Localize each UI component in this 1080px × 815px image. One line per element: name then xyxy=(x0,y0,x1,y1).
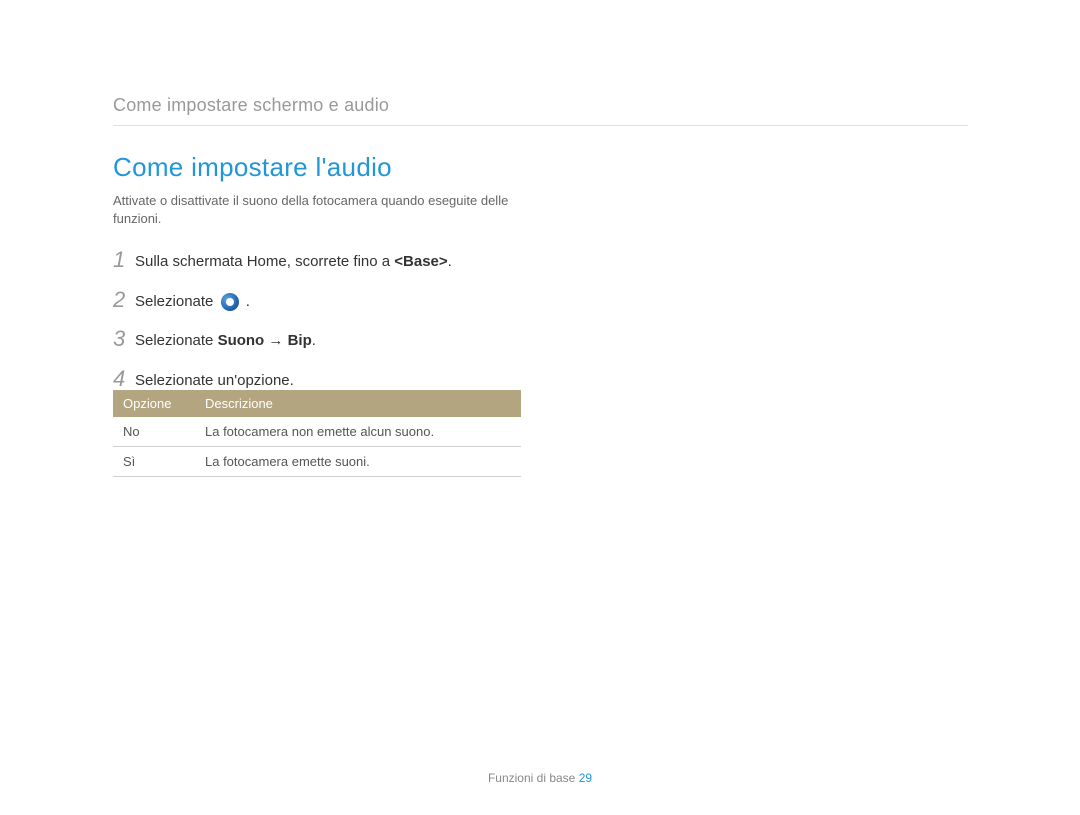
table-header-row: Opzione Descrizione xyxy=(113,390,521,417)
bold-text: Bip xyxy=(288,332,312,349)
page-number: 29 xyxy=(579,771,592,785)
options-table: Opzione Descrizione No La fotocamera non… xyxy=(113,390,521,477)
text-fragment: Selezionate xyxy=(135,293,218,310)
bold-text: <Base> xyxy=(394,253,447,270)
step-number: 4 xyxy=(113,367,135,391)
cell-description: La fotocamera emette suoni. xyxy=(195,447,521,477)
footer: Funzioni di base 29 xyxy=(0,771,1080,785)
footer-label: Funzioni di base xyxy=(488,771,579,785)
step-4: 4 Selezionate un'opzione. xyxy=(113,367,452,393)
step-2: 2 Selezionate . xyxy=(113,288,452,314)
header-option: Opzione xyxy=(113,390,195,417)
bold-text: Suono xyxy=(218,332,265,349)
cell-option: Sì xyxy=(113,447,195,477)
divider xyxy=(113,125,968,126)
steps-list: 1 Sulla schermata Home, scorrete fino a … xyxy=(113,248,452,406)
text-fragment: . xyxy=(242,293,250,310)
step-text: Selezionate Suono → Bip. xyxy=(135,327,316,353)
step-number: 2 xyxy=(113,288,135,312)
step-1: 1 Sulla schermata Home, scorrete fino a … xyxy=(113,248,452,274)
step-3: 3 Selezionate Suono → Bip. xyxy=(113,327,452,353)
text-fragment: . xyxy=(448,253,452,270)
step-text: Selezionate . xyxy=(135,288,250,314)
text-fragment: Selezionate xyxy=(135,332,218,349)
step-text: Sulla schermata Home, scorrete fino a <B… xyxy=(135,248,452,274)
cell-description: La fotocamera non emette alcun suono. xyxy=(195,417,521,447)
arrow-text: → xyxy=(264,332,287,349)
breadcrumb-section: Come impostare schermo e audio xyxy=(113,95,389,116)
text-fragment: . xyxy=(312,332,316,349)
page-title: Come impostare l'audio xyxy=(113,152,392,183)
header-description: Descrizione xyxy=(195,390,521,417)
intro-paragraph: Attivate o disattivate il suono della fo… xyxy=(113,192,533,228)
cell-option: No xyxy=(113,417,195,447)
step-number: 3 xyxy=(113,327,135,351)
step-text: Selezionate un'opzione. xyxy=(135,367,294,393)
text-fragment: Sulla schermata Home, scorrete fino a xyxy=(135,253,394,270)
table-row: No La fotocamera non emette alcun suono. xyxy=(113,417,521,447)
table-row: Sì La fotocamera emette suoni. xyxy=(113,447,521,477)
step-number: 1 xyxy=(113,248,135,272)
settings-icon xyxy=(221,293,239,311)
